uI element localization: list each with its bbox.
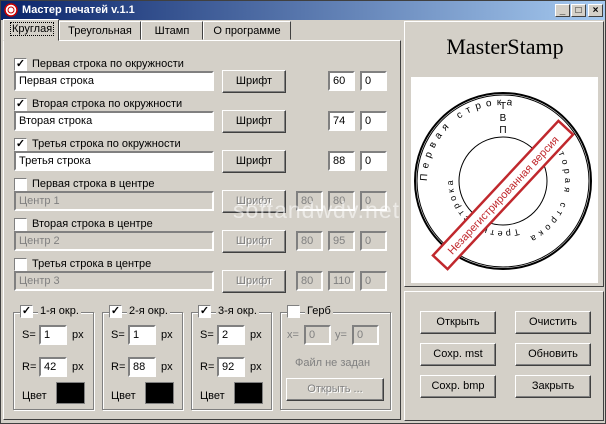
row2-text-input[interactable]: Вторая строка bbox=[14, 111, 214, 131]
circle2-r-unit: px bbox=[161, 361, 173, 373]
circle1-r-unit: px bbox=[72, 361, 84, 373]
row2-radius-input[interactable]: 74 bbox=[328, 111, 355, 131]
center3-x-input[interactable]: 80 bbox=[296, 271, 323, 291]
window-title: Мастер печатей v.1.1 bbox=[22, 4, 135, 16]
circle1-s-label: S= bbox=[22, 329, 36, 341]
center3-angle-input[interactable]: 0 bbox=[360, 271, 387, 291]
center2-angle-input[interactable]: 0 bbox=[360, 231, 387, 251]
circle1-s-input[interactable]: 1 bbox=[39, 325, 67, 345]
tab-round[interactable]: Круглая bbox=[3, 19, 59, 41]
circle2-color-label: Цвет bbox=[111, 390, 136, 402]
center1-checkbox[interactable] bbox=[14, 178, 27, 191]
circle1-checkbox[interactable]: ✓ bbox=[20, 305, 33, 318]
center2-text-input[interactable]: Центр 2 bbox=[14, 231, 214, 251]
stamp-app-icon bbox=[4, 3, 18, 17]
close-button[interactable]: Закрыть bbox=[515, 375, 591, 398]
center1-text-input[interactable]: Центр 1 bbox=[14, 191, 214, 211]
circle1-color-swatch[interactable] bbox=[56, 382, 85, 404]
center1-label: Первая строка в центре bbox=[32, 178, 155, 190]
center2-label: Вторая строка в центре bbox=[32, 218, 153, 230]
minimize-button[interactable]: _ bbox=[555, 4, 570, 17]
row3-angle-input[interactable]: 0 bbox=[360, 151, 387, 171]
row1-angle-input[interactable]: 0 bbox=[360, 71, 387, 91]
circle3-s-unit: px bbox=[250, 329, 262, 341]
row2-font-button[interactable]: Шрифт bbox=[222, 110, 286, 133]
emblem-x-label: x= bbox=[287, 329, 299, 341]
circle1-r-label: R= bbox=[22, 361, 37, 373]
center2-font-button[interactable]: Шрифт bbox=[222, 230, 286, 253]
circle3-color-swatch[interactable] bbox=[234, 382, 263, 404]
row1-font-button[interactable]: Шрифт bbox=[222, 70, 286, 93]
tab-triangular[interactable]: Треугольная bbox=[59, 21, 141, 40]
stamp-letter-p: П bbox=[499, 125, 506, 136]
emblem-x-input[interactable]: 0 bbox=[304, 325, 331, 345]
watermark-text: softandwdv.net bbox=[233, 197, 401, 223]
circle2-label: 2-я окр. bbox=[127, 305, 170, 317]
circle2-r-input[interactable]: 88 bbox=[128, 357, 156, 377]
row3-checkbox[interactable]: ✓ bbox=[14, 138, 27, 151]
stamp-preview-image: Первая строка Вторая строка Третья строк… bbox=[414, 92, 592, 271]
open-button[interactable]: Открыть bbox=[420, 311, 496, 334]
circle3-color-label: Цвет bbox=[200, 390, 225, 402]
row1-checkbox[interactable]: ✓ bbox=[14, 58, 27, 71]
row3-font-button[interactable]: Шрифт bbox=[222, 150, 286, 173]
save-mst-button[interactable]: Сохр. mst bbox=[420, 343, 496, 366]
stamp-letter-v: В bbox=[500, 113, 507, 124]
title-bar: Мастер печатей v.1.1 _ □ × bbox=[1, 1, 605, 20]
center2-x-input[interactable]: 80 bbox=[296, 231, 323, 251]
row2-checkbox[interactable]: ✓ bbox=[14, 98, 27, 111]
center3-font-button[interactable]: Шрифт bbox=[222, 270, 286, 293]
circle1-r-input[interactable]: 42 bbox=[39, 357, 67, 377]
row3-label: Третья строка по окружности bbox=[32, 138, 181, 150]
masterstamp-logo: MasterStamp bbox=[446, 34, 564, 59]
center2-y-input[interactable]: 95 bbox=[328, 231, 355, 251]
circle3-checkbox[interactable]: ✓ bbox=[198, 305, 211, 318]
tab-about[interactable]: О программе bbox=[203, 21, 291, 40]
circle3-r-label: R= bbox=[200, 361, 215, 373]
circle1-color-label: Цвет bbox=[22, 390, 47, 402]
stamp-preview-canvas: Первая строка Вторая строка Третья строк… bbox=[411, 77, 598, 283]
row2-label: Вторая строка по окружности bbox=[32, 98, 183, 110]
row1-text-input[interactable]: Первая строка bbox=[14, 71, 214, 91]
center3-label: Третья строка в центре bbox=[32, 258, 152, 270]
circle2-s-unit: px bbox=[161, 329, 173, 341]
preview-panel: MasterStamp Первая строка Вторая строка bbox=[404, 21, 604, 287]
emblem-open-button[interactable]: Открыть ... bbox=[286, 378, 384, 401]
emblem-checkbox[interactable] bbox=[287, 305, 300, 318]
circle2-color-swatch[interactable] bbox=[145, 382, 174, 404]
clear-button[interactable]: Очистить bbox=[515, 311, 591, 334]
circle3-label: 3-я окр. bbox=[216, 305, 259, 317]
close-window-button[interactable]: × bbox=[588, 4, 603, 17]
center3-y-input[interactable]: 110 bbox=[328, 271, 355, 291]
circle3-s-input[interactable]: 2 bbox=[217, 325, 245, 345]
circle2-r-label: R= bbox=[111, 361, 126, 373]
row2-angle-input[interactable]: 0 bbox=[360, 111, 387, 131]
circle2-s-label: S= bbox=[111, 329, 125, 341]
circle2-checkbox[interactable]: ✓ bbox=[109, 305, 122, 318]
emblem-y-input[interactable]: 0 bbox=[352, 325, 379, 345]
circle1-label: 1-я окр. bbox=[38, 305, 81, 317]
row1-radius-input[interactable]: 60 bbox=[328, 71, 355, 91]
row3-text-input[interactable]: Третья строка bbox=[14, 151, 214, 171]
circle1-s-unit: px bbox=[72, 329, 84, 341]
emblem-y-label: y= bbox=[335, 329, 347, 341]
circle3-r-input[interactable]: 92 bbox=[217, 357, 245, 377]
stamp-letter-t: Т bbox=[500, 101, 506, 112]
save-bmp-button[interactable]: Сохр. bmp bbox=[420, 375, 496, 398]
circle2-s-input[interactable]: 1 bbox=[128, 325, 156, 345]
app-window: Мастер печатей v.1.1 _ □ × Круглая Треуг… bbox=[0, 0, 606, 424]
refresh-button[interactable]: Обновить bbox=[515, 343, 591, 366]
tab-stamp[interactable]: Штамп bbox=[141, 21, 203, 40]
center2-checkbox[interactable] bbox=[14, 218, 27, 231]
circle3-r-unit: px bbox=[250, 361, 262, 373]
row1-label: Первая строка по окружности bbox=[32, 58, 184, 70]
row3-radius-input[interactable]: 88 bbox=[328, 151, 355, 171]
center3-checkbox[interactable] bbox=[14, 258, 27, 271]
center3-text-input[interactable]: Центр 3 bbox=[14, 271, 214, 291]
circle3-s-label: S= bbox=[200, 329, 214, 341]
emblem-file-status: Файл не задан bbox=[295, 357, 371, 369]
maximize-button[interactable]: □ bbox=[571, 4, 586, 17]
emblem-label: Герб bbox=[305, 305, 333, 317]
